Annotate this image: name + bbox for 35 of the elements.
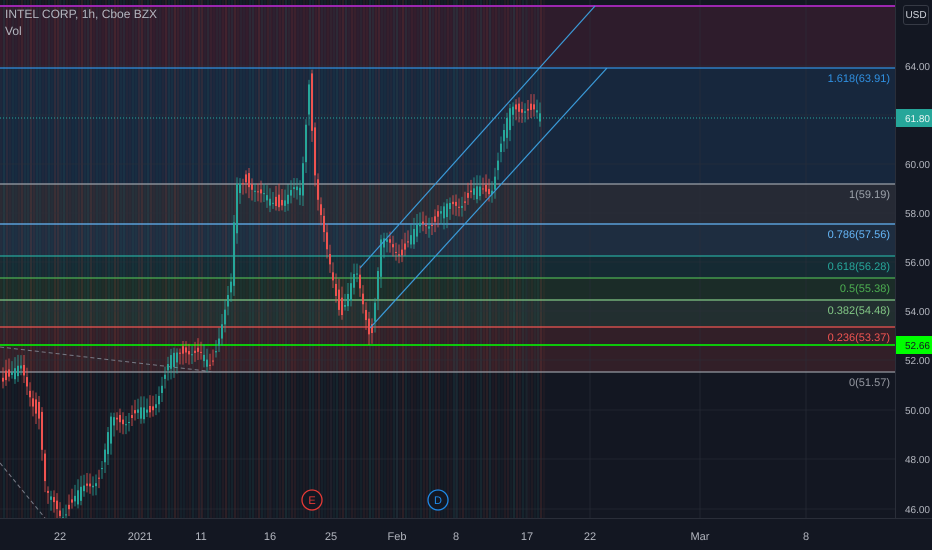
fib-level-label: 0.5(55.38) — [840, 283, 890, 295]
fib-level-label: 1.618(63.91) — [828, 73, 890, 85]
event-marker[interactable]: D — [427, 489, 449, 511]
price-tag: 61.80 — [896, 109, 932, 127]
price-tick: 48.00 — [904, 455, 930, 466]
price-tag: 52.66 — [896, 336, 932, 354]
event-marker[interactable]: E — [301, 489, 323, 511]
time-tick: Feb — [388, 531, 406, 543]
time-tick: 2021 — [128, 531, 152, 543]
time-tick: 11 — [195, 531, 207, 543]
fib-level-label: 1(59.19) — [849, 189, 890, 201]
fib-level-label: 0.382(54.48) — [828, 305, 890, 317]
fib-level-label: 0(51.57) — [849, 377, 890, 389]
price-tick: 60.00 — [904, 160, 930, 171]
fib-level-label: 0.236(53.37) — [828, 332, 890, 344]
time-tick: 16 — [264, 531, 276, 543]
price-tick: 46.00 — [904, 505, 930, 516]
indicator-label: Vol — [5, 24, 23, 38]
fib-level-label: 0.786(57.56) — [828, 229, 890, 241]
time-tick: 8 — [452, 531, 460, 543]
time-tick: Mar — [690, 531, 710, 543]
time-tick: 8 — [802, 531, 810, 543]
time-tick: 25 — [324, 531, 338, 543]
price-tick: 64.00 — [904, 62, 930, 73]
symbol-title: INTEL CORP, 1h, Cboe BZX — [5, 7, 158, 21]
price-tick: 54.00 — [904, 307, 930, 318]
price-tick: 58.00 — [904, 209, 930, 220]
fib-level-label: 0.618(56.28) — [828, 261, 890, 273]
price-tick: 52.00 — [904, 356, 930, 367]
currency-button[interactable]: USD — [903, 5, 929, 25]
time-tick: 22 — [54, 531, 66, 543]
price-tick: 56.00 — [904, 258, 930, 269]
time-tick: 22 — [584, 531, 596, 543]
price-tick: 50.00 — [904, 406, 930, 417]
time-tick: 17 — [520, 531, 534, 543]
